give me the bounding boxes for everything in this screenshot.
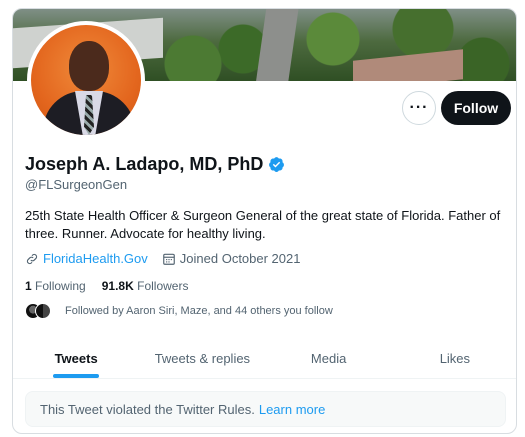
following-link[interactable]: 1 Following [25, 279, 86, 293]
follow-button[interactable]: Follow [441, 91, 511, 125]
profile-tabs: Tweets Tweets & replies Media Likes [13, 339, 516, 379]
joined-date: Joined October 2021 [162, 251, 301, 266]
profile-handle: @FLSurgeonGen [25, 177, 128, 192]
following-label: Following [35, 279, 86, 293]
profile-name: Joseph A. Ladapo, MD, PhD [25, 153, 264, 174]
profile-meta: FloridaHealth.Gov Joined October 2021 [25, 251, 300, 266]
tab-media[interactable]: Media [266, 339, 392, 378]
profile-card: ··· Follow Joseph A. Ladapo, MD, PhD @FL… [12, 8, 517, 434]
tab-likes[interactable]: Likes [392, 339, 516, 378]
name-row: Joseph A. Ladapo, MD, PhD [25, 153, 285, 175]
followed-by-text: Followed by Aaron Siri, Maze, and 44 oth… [65, 305, 333, 317]
profile-bio: 25th State Health Officer & Surgeon Gene… [25, 208, 501, 241]
profile-avatar[interactable] [27, 21, 145, 139]
profile-stats: 1 Following 91.8K Followers [25, 279, 204, 293]
tab-tweets[interactable]: Tweets [13, 339, 139, 378]
website-link[interactable]: FloridaHealth.Gov [43, 251, 148, 266]
following-count: 1 [25, 279, 32, 293]
followed-by[interactable]: Followed by Aaron Siri, Maze, and 44 oth… [25, 303, 333, 319]
calendar-icon [162, 253, 175, 265]
more-options-button[interactable]: ··· [402, 91, 436, 125]
notice-text: This Tweet violated the Twitter Rules. [40, 401, 255, 417]
tab-tweets-replies[interactable]: Tweets & replies [139, 339, 265, 378]
followers-label: Followers [137, 279, 189, 293]
learn-more-link[interactable]: Learn more [259, 402, 325, 417]
verified-badge-icon [269, 156, 285, 172]
follower-avatar [35, 303, 51, 319]
joined-text: Joined October 2021 [179, 251, 301, 266]
active-tab-indicator [53, 374, 100, 378]
tab-label: Media [310, 351, 347, 366]
followers-count: 91.8K [101, 279, 134, 293]
tab-label: Tweets & replies [154, 351, 251, 366]
followers-link[interactable]: 91.8K Followers [102, 279, 189, 293]
violation-notice: This Tweet violated the Twitter Rules. L… [25, 391, 506, 427]
avatar-head [69, 41, 109, 91]
tab-label: Likes [439, 351, 471, 366]
link-icon [26, 253, 38, 264]
tab-label: Tweets [54, 351, 98, 366]
